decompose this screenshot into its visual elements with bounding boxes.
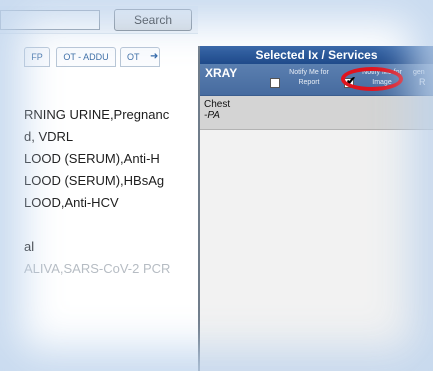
category-header-row: XRAY Notify Me for Report ✔ Notify Me fo… bbox=[200, 64, 433, 96]
item-name: Chest bbox=[204, 99, 231, 110]
list-item[interactable] bbox=[24, 216, 198, 234]
list-item[interactable]: ALIVA,SARS-CoV-2 PCR bbox=[24, 260, 198, 278]
selected-services-panel: Selected Ix / Services XRAY Notify Me fo… bbox=[198, 46, 433, 371]
panel-title: Selected Ix / Services bbox=[200, 46, 433, 64]
list-item[interactable]: LOOD (SERUM),HBsAg bbox=[24, 172, 198, 190]
tab-ot[interactable]: OT ➜ bbox=[120, 47, 160, 67]
category-tabs: FP OT - ADDU OT ➜ bbox=[0, 47, 198, 69]
tab-fp[interactable]: FP bbox=[24, 47, 50, 67]
list-item[interactable]: d, VDRL bbox=[24, 128, 198, 146]
search-button[interactable]: Search bbox=[114, 9, 192, 31]
list-item[interactable]: LOOD (SERUM),Anti-H bbox=[24, 150, 198, 168]
selected-item-row[interactable]: Chest -PA bbox=[200, 96, 433, 130]
notify-report-label: Notify Me for Report bbox=[289, 69, 329, 86]
notify-report-checkbox[interactable] bbox=[270, 78, 280, 88]
list-item[interactable]: RNING URINE,Pregnanc bbox=[24, 106, 198, 124]
item-view: -PA bbox=[204, 110, 220, 121]
category-label: XRAY bbox=[205, 66, 238, 80]
search-input[interactable] bbox=[0, 10, 100, 30]
list-item[interactable]: al bbox=[24, 238, 198, 256]
tab-ot-label: OT bbox=[127, 52, 140, 62]
search-bar: Search bbox=[0, 6, 198, 34]
tab-ot-addu[interactable]: OT - ADDU bbox=[56, 47, 116, 67]
test-selection-panel: Search FP OT - ADDU OT ➜ RNING URINE,Pre… bbox=[0, 0, 198, 371]
annotation-circle bbox=[341, 67, 403, 91]
list-item[interactable]: LOOD,Anti-HCV bbox=[24, 194, 198, 212]
column-label: gen bbox=[413, 69, 425, 76]
arrow-right-icon[interactable]: ➜ bbox=[150, 48, 158, 66]
column-label: R bbox=[419, 77, 426, 87]
